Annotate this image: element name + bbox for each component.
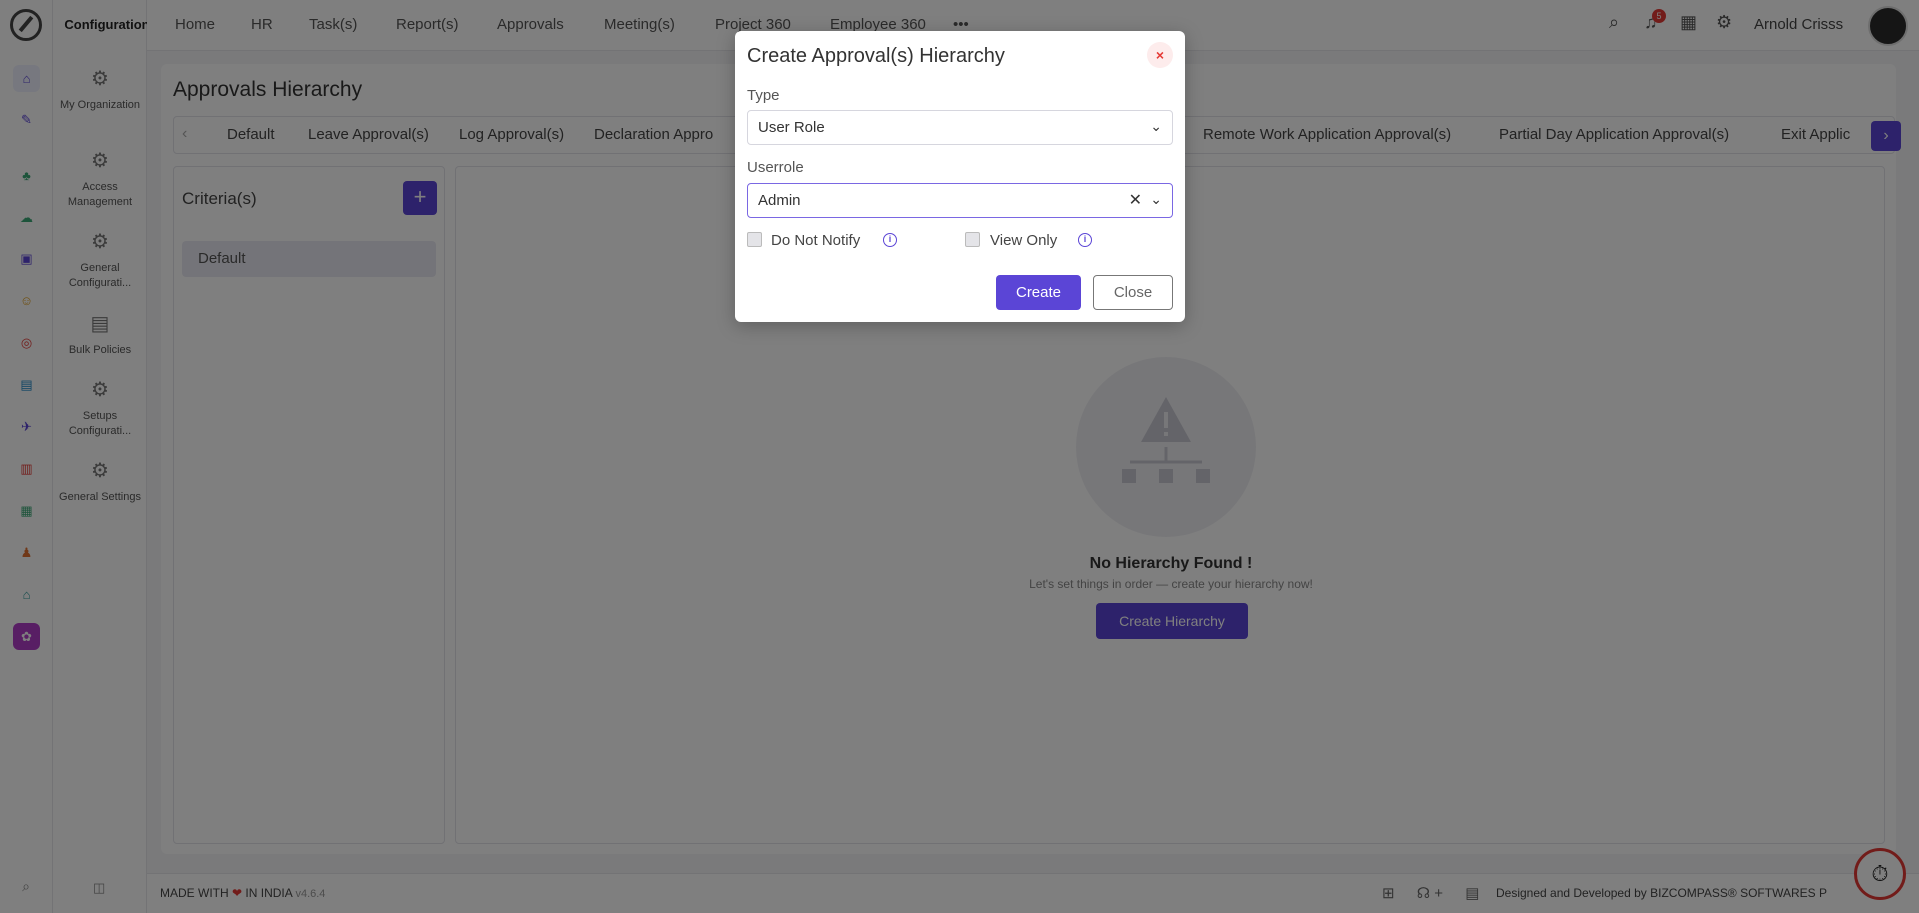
view-only-label: View Only (990, 232, 1058, 249)
do-not-notify-checkbox[interactable] (747, 232, 762, 247)
userrole-select[interactable]: Admin ✕ ⌄ (747, 183, 1173, 218)
info-icon[interactable]: i (883, 233, 897, 247)
create-approval-hierarchy-modal: Create Approval(s) Hierarchy × Type User… (735, 31, 1185, 322)
close-icon[interactable]: × (1147, 42, 1173, 68)
do-not-notify-label: Do Not Notify (771, 232, 861, 249)
type-select[interactable]: User Role ⌄ (747, 110, 1173, 145)
type-label: Type (747, 87, 780, 104)
clear-selection-icon[interactable]: ✕ (1129, 190, 1142, 210)
view-only-checkbox[interactable] (965, 232, 980, 247)
info-icon[interactable]: i (1078, 233, 1092, 247)
chevron-down-icon[interactable]: ⌄ (1150, 191, 1162, 208)
modal-title: Create Approval(s) Hierarchy (747, 45, 1005, 67)
userrole-label: Userrole (747, 159, 804, 176)
userrole-select-value: Admin (758, 192, 801, 209)
type-select-value: User Role (758, 119, 825, 136)
create-button[interactable]: Create (996, 275, 1081, 310)
close-button[interactable]: Close (1093, 275, 1173, 310)
chevron-down-icon: ⌄ (1150, 118, 1162, 134)
